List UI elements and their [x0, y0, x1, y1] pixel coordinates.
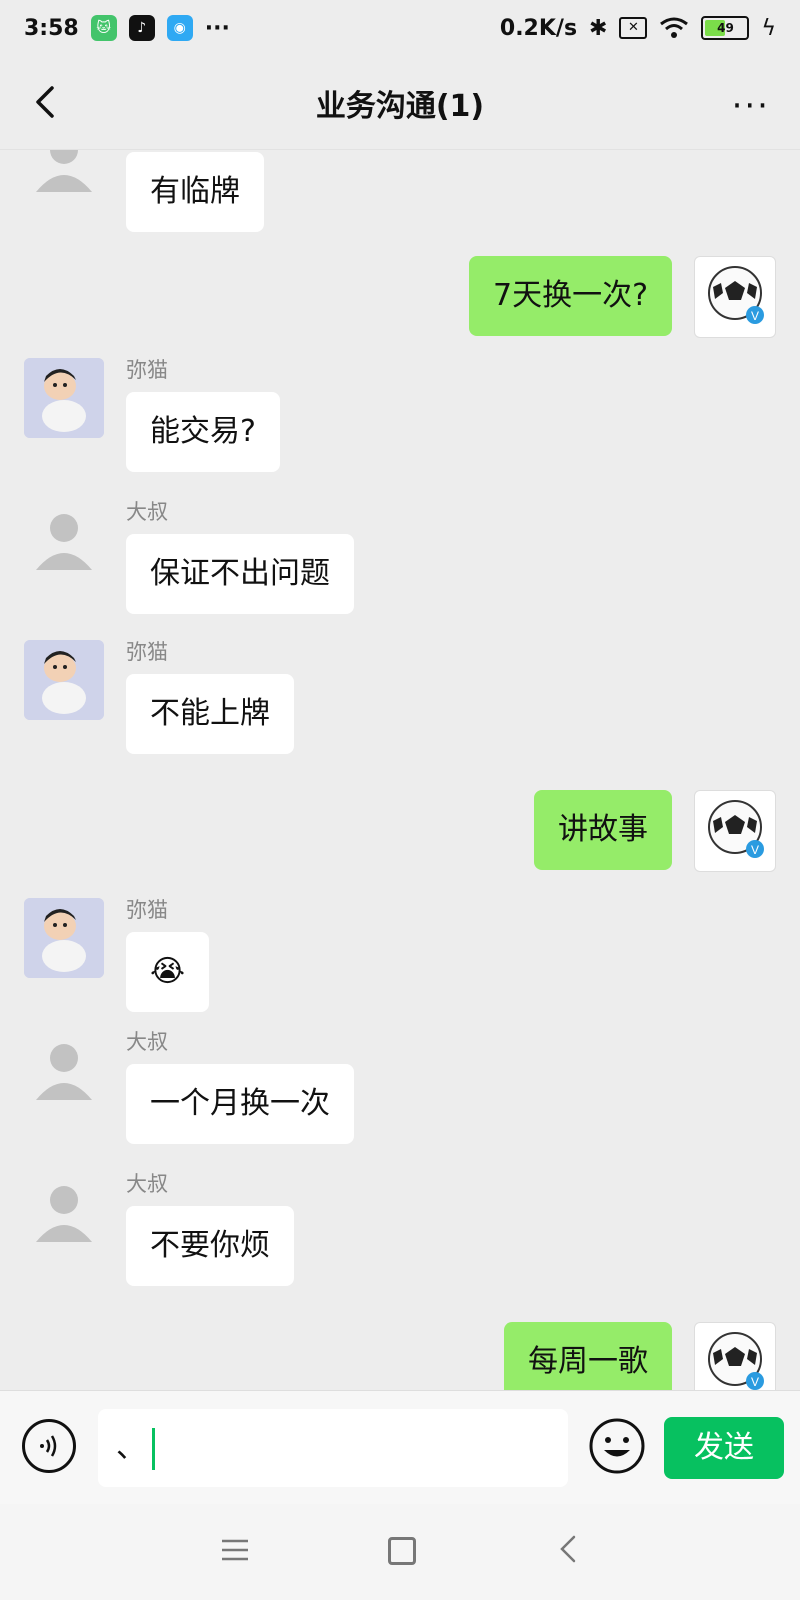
message-list[interactable]: 有临牌 V 7天换一次? 弥猫 能交易? 大叔 保证不出问题 弥猫 不能上牌 V… — [0, 150, 800, 1390]
sender-name: 大叔 — [126, 1030, 168, 1054]
menu-icon[interactable] — [222, 1538, 248, 1562]
message-bubble[interactable]: 讲故事 — [534, 790, 672, 870]
cartoon-avatar[interactable] — [24, 640, 104, 720]
message-bubble[interactable]: 保证不出问题 — [126, 534, 354, 614]
message-bubble[interactable]: 不能上牌 — [126, 674, 294, 754]
message-received: 大叔 保证不出问题 — [24, 500, 354, 614]
input-bar: 、 发送 — [0, 1390, 800, 1504]
message-bubble[interactable]: 不要你烦 — [126, 1206, 294, 1286]
cat-app-icon: 🐱 — [90, 15, 117, 41]
default-avatar-icon[interactable] — [24, 1030, 104, 1110]
input-text: 、 — [116, 1430, 146, 1465]
chat-title: 业务沟通(1) — [315, 88, 485, 124]
cartoon-avatar[interactable] — [24, 898, 104, 978]
send-button[interactable]: 发送 — [664, 1417, 784, 1479]
message-received: 弥猫 不能上牌 — [24, 640, 294, 754]
status-left: 3:58 🐱 ♪ ◉ ··· — [24, 15, 230, 41]
message-input[interactable]: 、 — [98, 1409, 568, 1487]
bluetooth-icon: ✱ — [589, 15, 608, 41]
cartoon-avatar[interactable] — [24, 358, 104, 438]
battery-level: 49 — [717, 21, 734, 35]
message-sent: V 每周一歌 — [504, 1322, 776, 1390]
message-bubble[interactable]: 一个月换一次 — [126, 1064, 354, 1144]
default-avatar-icon[interactable] — [24, 500, 104, 580]
system-nav-bar — [0, 1504, 800, 1600]
default-avatar-icon[interactable] — [24, 150, 104, 202]
status-right: 0.2K/s ✱ ✕ 49 ϟ — [500, 16, 776, 41]
chat-header: 业务沟通(1) ··· — [0, 56, 800, 150]
crying-laughing-emoji[interactable]: 😭 — [126, 932, 210, 1012]
more-options-icon[interactable]: ··· — [732, 86, 770, 126]
tiktok-app-icon: ♪ — [128, 15, 155, 41]
status-bar: 3:58 🐱 ♪ ◉ ··· 0.2K/s ✱ ✕ 49 ϟ — [0, 0, 800, 56]
message-bubble[interactable]: 7天换一次? — [468, 256, 672, 336]
voice-input-icon[interactable] — [22, 1419, 76, 1473]
emoji-icon[interactable] — [588, 1417, 646, 1475]
message-bubble[interactable]: 有临牌 — [126, 152, 264, 232]
text-cursor — [152, 1427, 155, 1470]
message-received: 大叔 一个月换一次 — [24, 1030, 354, 1144]
charging-icon: ϟ — [761, 15, 776, 41]
message-sent: V 讲故事 — [534, 790, 776, 872]
message-received: 大叔 不要你烦 — [24, 1172, 294, 1286]
sender-name: 弥猫 — [126, 640, 168, 664]
no-sim-icon: ✕ — [619, 17, 648, 39]
home-icon[interactable] — [388, 1537, 416, 1565]
svg-text:V: V — [751, 1375, 759, 1389]
default-avatar-icon[interactable] — [24, 1172, 104, 1252]
status-time: 3:58 — [24, 15, 79, 41]
svg-text:V: V — [751, 843, 759, 857]
battery-icon: 49 — [701, 16, 750, 40]
more-notifications-icon: ··· — [204, 15, 230, 41]
message-received: 弥猫 😭 — [24, 898, 210, 1012]
message-bubble[interactable]: 每周一歌 — [504, 1322, 672, 1390]
network-speed: 0.2K/s — [499, 15, 578, 41]
message-received: 有临牌 — [24, 150, 264, 232]
chat-app-icon: ◉ — [166, 15, 193, 41]
soccer-ball-avatar[interactable]: V — [694, 256, 776, 338]
sender-name: 大叔 — [126, 1172, 168, 1196]
sender-name: 弥猫 — [126, 358, 168, 382]
sender-name: 大叔 — [126, 500, 168, 524]
message-bubble[interactable]: 能交易? — [126, 392, 280, 472]
message-received: 弥猫 能交易? — [24, 358, 280, 472]
sender-name: 弥猫 — [126, 898, 168, 922]
soccer-ball-avatar[interactable]: V — [694, 790, 776, 872]
nav-back-icon[interactable] — [558, 1534, 578, 1564]
back-arrow-icon[interactable] — [26, 82, 66, 122]
message-sent: V 7天换一次? — [468, 256, 776, 338]
wifi-icon — [660, 17, 689, 38]
svg-text:V: V — [751, 309, 759, 323]
soccer-ball-avatar[interactable]: V — [694, 1322, 776, 1390]
